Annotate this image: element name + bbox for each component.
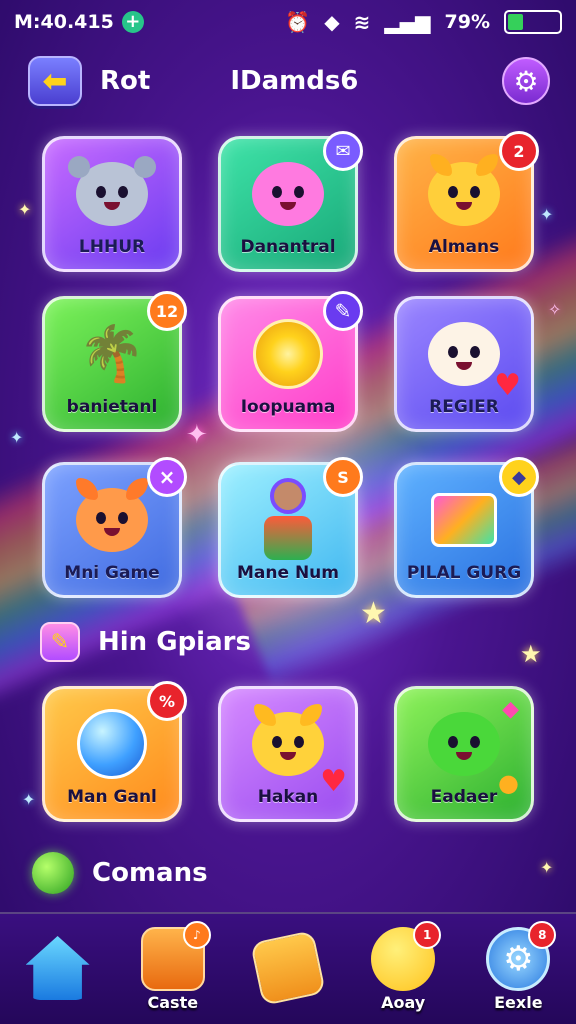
nav-aoay[interactable]: 1 Aoay xyxy=(355,919,451,1019)
gift-icon: ✉ xyxy=(323,131,363,171)
mouse-character-icon xyxy=(68,153,156,235)
game-tile[interactable]: LHHUR xyxy=(42,136,182,272)
gear-icon: ⚙ xyxy=(513,64,539,98)
tile-label: PILAL GURG xyxy=(406,563,522,583)
header-title-left: Rot xyxy=(100,66,151,96)
arrow-left-icon: ⬅ xyxy=(42,63,68,99)
header: ⬅ Rot IDamds6 ⚙ xyxy=(28,54,550,108)
pencil-icon: ✎ xyxy=(323,291,363,331)
discount-badge: % xyxy=(147,681,187,721)
nav-label: Aoay xyxy=(381,992,426,1012)
close-icon[interactable]: × xyxy=(147,457,187,497)
golden-target-icon xyxy=(247,313,329,395)
sparkle-icon: ✦ xyxy=(540,205,554,224)
notification-badge: 12 xyxy=(147,291,187,331)
nav-chest[interactable] xyxy=(240,919,336,1019)
nav-label: Caste xyxy=(147,992,199,1012)
gift-box-icon xyxy=(423,479,505,561)
sparkle-icon: ✦ xyxy=(22,790,36,809)
shield-icon: ◆ xyxy=(324,10,340,34)
battery-fill xyxy=(508,14,523,30)
plus-icon: + xyxy=(121,11,144,33)
signal-icon: ▂▄▆ xyxy=(384,10,431,34)
sparkle-icon: ✧ xyxy=(548,300,562,319)
pencil-icon: ✎ xyxy=(40,622,80,662)
game-tile[interactable]: ◆ ● Eadaer xyxy=(394,686,534,822)
nav-home[interactable] xyxy=(10,919,106,1019)
nav-label: Eexle xyxy=(494,992,543,1012)
tile-label: Danantral xyxy=(240,237,336,257)
diamond-icon: ◆ xyxy=(502,697,519,722)
game-tile[interactable]: ✎ Ioopuama xyxy=(218,291,363,432)
notification-badge: 2 xyxy=(499,131,539,171)
sparkle-icon: ✦ xyxy=(540,858,554,877)
section-header: ✎ Hin Gpiars xyxy=(40,622,251,662)
game-tile[interactable]: × Mni Game xyxy=(42,457,187,598)
hero-character-icon xyxy=(247,478,329,561)
tile-label: REGIER xyxy=(429,397,499,417)
orb-icon xyxy=(71,703,153,785)
tile-label: Man Ganl xyxy=(67,787,157,807)
section-header: Comans xyxy=(32,852,208,894)
diamond-icon: ◆ xyxy=(499,457,539,497)
nav-eexle[interactable]: ⚙ 8 Eexle xyxy=(470,919,566,1019)
battery-icon xyxy=(504,10,562,34)
wifi-icon: ≋ xyxy=(353,10,371,34)
bottom-navigation: ♪ Caste 1 Aoay ⚙ 8 Eexle xyxy=(0,912,576,1024)
page-title: IDamds6 xyxy=(230,66,359,96)
nav-badge: ♪ xyxy=(182,921,211,949)
tile-label: Mane Num xyxy=(237,563,339,583)
pink-creature-icon xyxy=(247,153,329,235)
sparkle-icon: ✦ xyxy=(10,428,24,447)
notification-badge: 8 xyxy=(528,921,557,949)
settings-button[interactable]: ⚙ xyxy=(502,57,550,105)
tile-label: Mni Game xyxy=(64,563,160,583)
game-tile[interactable]: 2 Almans xyxy=(394,131,539,272)
status-icons: ⏰ ◆ ≋ ▂▄▆ 79% xyxy=(285,10,562,34)
tile-label: Eadaer xyxy=(430,787,498,807)
status-time: M:40.415 xyxy=(14,11,114,33)
island-icon: 🌴 xyxy=(78,322,146,385)
game-tile[interactable]: S Mane Num xyxy=(218,457,363,598)
alarm-icon: ⏰ xyxy=(285,10,311,34)
sparkle-icon: ✦ xyxy=(18,200,32,219)
tile-label: Hakan xyxy=(257,787,319,807)
section-title: Hin Gpiars xyxy=(98,627,251,657)
fox-character-icon xyxy=(71,478,153,561)
game-tile[interactable]: 🌴 12 banietanl xyxy=(42,291,187,432)
star-icon: ★ xyxy=(520,640,542,668)
green-monster-icon xyxy=(423,703,505,785)
cat-character-icon xyxy=(423,153,505,235)
game-tile[interactable]: ♥ REGIER xyxy=(394,296,534,432)
status-bar: M:40.415 + ⏰ ◆ ≋ ▂▄▆ 79% xyxy=(0,0,576,44)
coin-badge: S xyxy=(323,457,363,497)
home-icon xyxy=(25,936,90,1000)
ghost-character-icon xyxy=(423,313,505,395)
chest-icon xyxy=(250,930,326,1006)
back-button[interactable]: ⬅ xyxy=(28,56,82,106)
nav-caste[interactable]: ♪ Caste xyxy=(125,919,221,1019)
green-orb-icon xyxy=(32,852,74,894)
star-icon: ★ xyxy=(360,596,387,631)
game-tile[interactable]: ♥ Hakan xyxy=(218,686,358,822)
sparkle-icon: ✦ xyxy=(186,420,208,450)
cat-character-icon xyxy=(247,703,329,785)
tile-label: LHHUR xyxy=(78,237,146,257)
notification-badge: 1 xyxy=(413,921,442,949)
tile-label: Almans xyxy=(428,237,500,257)
tile-label: Ioopuama xyxy=(240,397,336,417)
battery-percent: 79% xyxy=(444,11,490,33)
game-tile[interactable]: ✉ Danantral xyxy=(218,131,363,272)
game-tile[interactable]: % Man Ganl xyxy=(42,681,187,822)
tile-label: banietanl xyxy=(66,397,158,417)
game-tile[interactable]: ◆ PILAL GURG xyxy=(394,457,539,598)
section-title: Comans xyxy=(92,858,208,888)
